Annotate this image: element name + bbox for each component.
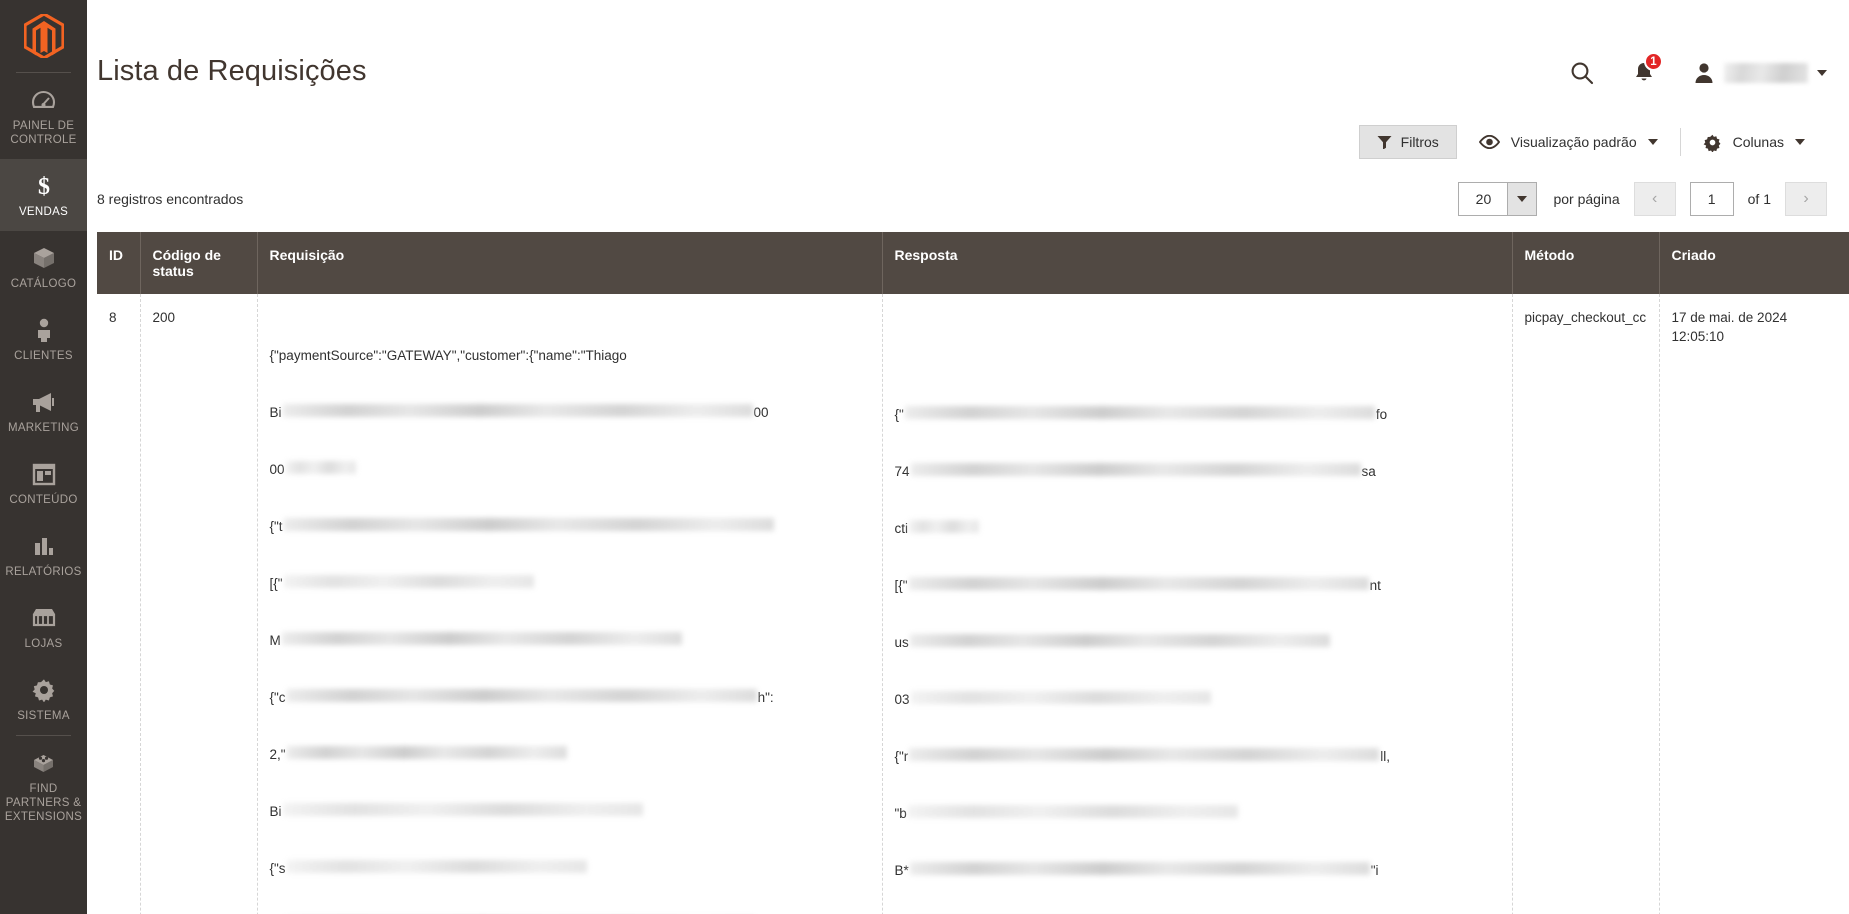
records-found-text: 8 registros encontrados: [97, 191, 244, 207]
sidebar-item-label: Lojas: [24, 638, 63, 650]
sidebar-item-painel-de-controle[interactable]: Painel de Controle: [0, 73, 87, 159]
sidebar-item-marketing[interactable]: Marketing: [0, 375, 87, 447]
dashboard-icon: [31, 87, 56, 113]
request-json-redacted: {"paymentSource":"GATEWAY","customer":{"…: [269, 348, 774, 876]
grid-wrapper: ID Código de status Requisição Resposta …: [87, 232, 1849, 914]
created-date: 17 de mai. de 2024: [1671, 310, 1788, 325]
sales-dollar-icon: $: [35, 173, 53, 199]
marketing-megaphone-icon: [30, 389, 57, 415]
sidebar-item-label: Sistema: [17, 710, 70, 722]
sidebar-item-relatorios[interactable]: Relatórios: [0, 519, 87, 591]
table-body: 8 200 {"paymentSource":"GATEWAY","custom…: [97, 294, 1849, 914]
sidebar-item-label: Clientes: [14, 350, 73, 362]
magento-logo[interactable]: [0, 0, 87, 72]
per-page-label: por página: [1553, 191, 1620, 207]
sidebar-item-conteudo[interactable]: Conteúdo: [0, 447, 87, 519]
page-title: Lista de Requisições: [97, 55, 367, 87]
sidebar-item-vendas[interactable]: $ Vendas: [0, 159, 87, 231]
per-page-value: 20: [1475, 191, 1492, 207]
columns-dropdown[interactable]: Colunas: [1681, 125, 1827, 159]
chevron-down-icon: [1647, 139, 1658, 145]
svg-text:$: $: [38, 174, 50, 199]
extensions-brick-icon: [30, 750, 57, 776]
user-menu[interactable]: [1693, 61, 1827, 85]
content-layout-icon: [32, 461, 56, 487]
header-actions: 1: [1569, 0, 1827, 86]
cell-created: 17 de mai. de 2024 12:05:10: [1659, 294, 1849, 914]
eye-icon: [1478, 135, 1500, 149]
filters-label: Filtros: [1400, 134, 1439, 150]
created-time: 12:05:10: [1671, 329, 1725, 344]
user-avatar-icon: [1695, 63, 1713, 83]
sidebar-item-lojas[interactable]: Lojas: [0, 591, 87, 663]
reports-bars-icon: [32, 533, 56, 559]
table-head: ID Código de status Requisição Resposta …: [97, 232, 1849, 294]
pagination: 20 por página ‹ 1 of 1 ›: [1458, 182, 1827, 216]
gear-icon: [1703, 134, 1721, 152]
view-bookmarks-dropdown[interactable]: Visualização padrão: [1457, 125, 1680, 159]
customers-person-icon: [35, 317, 53, 343]
columns-label: Colunas: [1732, 134, 1784, 150]
column-header-response[interactable]: Resposta: [882, 232, 1513, 294]
column-header-created[interactable]: Criado: [1659, 232, 1849, 294]
grid-toolbar: Filtros Visualização padrão Colunas: [87, 120, 1849, 164]
cell-status-code: 200: [140, 294, 258, 914]
sidebar-item-label: Relatórios: [5, 566, 82, 578]
cell-response: {" fo 74 sa cti [{" nt us 03 {"r ll, "b B* "i…: [882, 294, 1513, 914]
cell-method: picpay_checkout_cc: [1512, 294, 1660, 914]
cell-id: 8: [97, 294, 141, 914]
stores-awning-icon: [31, 605, 57, 631]
view-label: Visualização padrão: [1510, 134, 1637, 150]
page-total-label: of 1: [1747, 191, 1771, 207]
requests-table: ID Código de status Requisição Resposta …: [97, 232, 1849, 914]
next-page-button[interactable]: ›: [1785, 182, 1827, 216]
notifications-bell-icon[interactable]: 1: [1633, 52, 1663, 85]
user-name-redacted: [1724, 63, 1808, 83]
cell-request: {"paymentSource":"GATEWAY","customer":{"…: [257, 294, 883, 914]
main-content: Lista de Requisições 1 Filtros Visualiza…: [87, 0, 1849, 914]
previous-page-button[interactable]: ‹: [1633, 182, 1676, 216]
funnel-icon: [1377, 136, 1392, 149]
sidebar-item-label: Painel de Controle: [10, 120, 77, 146]
chevron-down-icon: [1817, 70, 1827, 76]
sidebar-item-label: Find Partners & Extensions: [4, 783, 83, 823]
per-page-select[interactable]: 20: [1458, 182, 1538, 216]
admin-page: Painel de Controle $ Vendas Catálogo Cli…: [0, 0, 1849, 914]
column-header-method[interactable]: Método: [1512, 232, 1660, 294]
search-icon[interactable]: [1569, 60, 1595, 86]
magento-logo-icon: [23, 14, 64, 58]
request-visible-start: {"paymentSource":"GATEWAY","customer":{"…: [269, 348, 627, 363]
sidebar-item-clientes[interactable]: Clientes: [0, 303, 87, 375]
sidebar-item-find-partners-extensions[interactable]: Find Partners & Extensions: [0, 736, 87, 836]
page-header: Lista de Requisições 1: [87, 0, 1849, 120]
catalog-box-icon: [31, 245, 57, 271]
notifications-count-badge: 1: [1644, 52, 1663, 71]
chevron-down-icon: [1795, 139, 1805, 145]
table-row[interactable]: 8 200 {"paymentSource":"GATEWAY","custom…: [97, 294, 1849, 914]
page-number-input[interactable]: 1: [1689, 182, 1734, 216]
sidebar-item-catalogo[interactable]: Catálogo: [0, 231, 87, 303]
system-gear-icon: [32, 677, 56, 703]
grid-meta: 8 registros encontrados 20 por página ‹ …: [87, 164, 1849, 232]
column-header-id[interactable]: ID: [97, 232, 141, 294]
table-header-row: ID Código de status Requisição Resposta …: [97, 232, 1849, 294]
sidebar-item-sistema[interactable]: Sistema: [0, 663, 87, 735]
response-json-redacted: {" fo 74 sa cti [{" nt us 03 {"r ll, "b B* "i…: [894, 406, 1391, 878]
column-header-status-code[interactable]: Código de status: [140, 232, 258, 294]
caret-shape: [1517, 196, 1528, 202]
main-sidebar: Painel de Controle $ Vendas Catálogo Cli…: [0, 0, 87, 914]
sidebar-item-label: Marketing: [7, 422, 80, 434]
sidebar-item-label: Conteúdo: [9, 494, 78, 506]
sidebar-item-label: Catálogo: [10, 278, 77, 290]
column-header-request[interactable]: Requisição: [257, 232, 883, 294]
sidebar-item-label: Vendas: [18, 206, 69, 218]
filters-button[interactable]: Filtros: [1358, 125, 1457, 159]
chevron-down-icon[interactable]: [1507, 183, 1537, 215]
